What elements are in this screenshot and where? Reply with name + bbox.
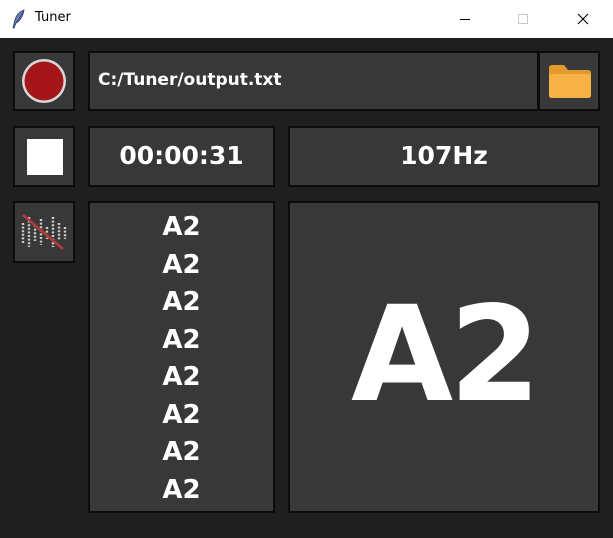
elapsed-time-display: 00:00:31 [88,126,275,187]
main-panel: C:/Tuner/output.txt 00:00:31 107Hz A2 A2… [0,38,613,538]
maximize-button[interactable] [500,0,546,38]
list-item: A2 [162,399,201,430]
feather-icon [12,9,25,29]
list-item: A2 [162,362,201,392]
title-bar: Tuner [0,0,613,38]
output-path-field[interactable]: C:/Tuner/output.txt [88,51,539,111]
browse-folder-button[interactable] [538,51,600,111]
list-item: A2 [162,212,201,242]
current-note: A2 [350,278,541,432]
stop-icon [27,139,63,175]
list-item: A2 [162,324,201,355]
minimize-icon [460,19,470,20]
window-title: Tuner [35,10,71,25]
record-button[interactable] [13,51,75,111]
current-note-display: A2 [288,201,600,513]
list-item: A2 [162,474,201,505]
minimize-button[interactable] [442,0,488,38]
folder-icon [549,65,591,98]
output-path-text: C:/Tuner/output.txt [98,70,282,90]
list-item: A2 [162,437,201,467]
frequency-value: 107Hz [400,141,488,170]
note-history-list: A2 A2 A2 A2 A2 A2 A2 A2 [88,201,275,513]
close-button[interactable] [560,0,606,38]
waveform-muted-icon [21,214,67,250]
maximize-icon [518,14,528,24]
frequency-display: 107Hz [288,126,600,187]
list-item: A2 [162,287,201,317]
close-icon [577,13,589,25]
record-icon [22,59,66,103]
stop-button[interactable] [13,126,75,187]
elapsed-time: 00:00:31 [119,141,244,170]
list-item: A2 [162,249,201,280]
waveform-toggle-button[interactable] [13,201,75,263]
